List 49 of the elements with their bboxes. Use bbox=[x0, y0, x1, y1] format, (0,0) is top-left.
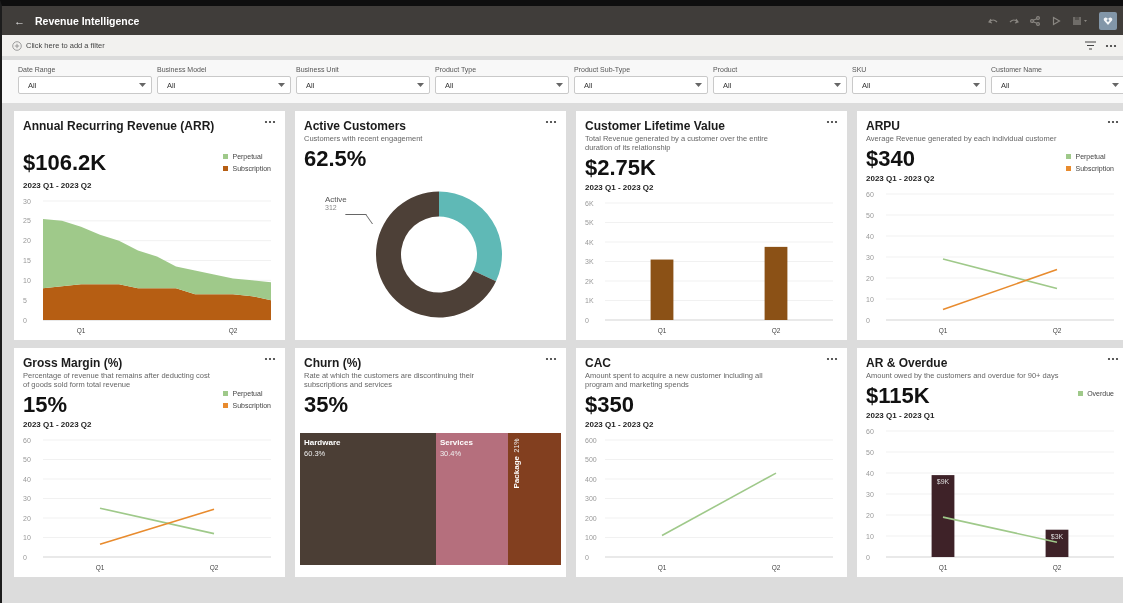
kpi-value: $350 bbox=[585, 393, 634, 417]
page-title: Revenue Intelligence bbox=[35, 14, 140, 27]
caret-icon bbox=[695, 83, 702, 87]
filter-icon[interactable] bbox=[1085, 41, 1096, 50]
period-label: 2023 Q1 - 2023 Q2 bbox=[585, 183, 654, 192]
card-title: Customer Lifetime Value bbox=[585, 119, 726, 133]
more-icon[interactable] bbox=[1105, 43, 1117, 48]
more-icon[interactable] bbox=[545, 357, 557, 361]
card-title: Active Customers bbox=[304, 119, 407, 133]
caret-icon bbox=[556, 83, 563, 87]
more-icon[interactable] bbox=[264, 357, 276, 361]
more-icon[interactable] bbox=[264, 120, 276, 124]
kpi-value: 35% bbox=[304, 393, 349, 417]
kpi-value: $115K bbox=[866, 384, 930, 408]
kpi-value: 15% bbox=[23, 393, 68, 417]
more-icon[interactable] bbox=[1107, 120, 1119, 124]
card-title: ARPU bbox=[866, 119, 900, 133]
back-button[interactable]: ← bbox=[12, 14, 27, 27]
card-title: Annual Recurring Revenue (ARR) bbox=[23, 119, 215, 133]
period-label: 2023 Q1 - 2023 Q2 bbox=[23, 420, 92, 429]
period-label: 2023 Q1 - 2023 Q2 bbox=[585, 420, 654, 429]
caret-icon bbox=[417, 83, 424, 87]
kpi-value: $2.75K bbox=[585, 156, 656, 180]
caret-icon bbox=[278, 83, 285, 87]
kpi-value: $106.2K bbox=[23, 151, 107, 175]
card-title: Gross Margin (%) bbox=[23, 356, 123, 370]
more-icon[interactable] bbox=[826, 357, 838, 361]
tile-label: Hardware bbox=[304, 438, 342, 447]
tile-label: Services bbox=[439, 438, 474, 447]
share-icon[interactable] bbox=[1030, 15, 1040, 26]
more-icon[interactable] bbox=[545, 120, 557, 124]
card-title: CAC bbox=[585, 356, 611, 370]
period-label: 2023 Q1 - 2023 Q1 bbox=[866, 411, 935, 420]
kpi-value: $340 bbox=[866, 147, 915, 171]
more-icon[interactable] bbox=[1107, 357, 1119, 361]
tile-label: Package bbox=[512, 456, 522, 489]
caret-icon bbox=[1112, 83, 1119, 87]
play-icon[interactable] bbox=[1051, 15, 1061, 26]
card-title: Churn (%) bbox=[304, 356, 362, 370]
caret-icon bbox=[139, 83, 146, 87]
caret-icon bbox=[834, 83, 841, 87]
caret-icon bbox=[973, 83, 980, 87]
profile-icon[interactable] bbox=[1099, 11, 1117, 30]
card-title: AR & Overdue bbox=[866, 356, 948, 370]
callout-label: Active bbox=[325, 195, 347, 204]
more-icon[interactable] bbox=[826, 120, 838, 124]
period-label: 2023 Q1 - 2023 Q2 bbox=[866, 174, 935, 183]
kpi-value: 62.5% bbox=[304, 147, 367, 171]
period-label: 2023 Q1 - 2023 Q2 bbox=[23, 181, 92, 190]
